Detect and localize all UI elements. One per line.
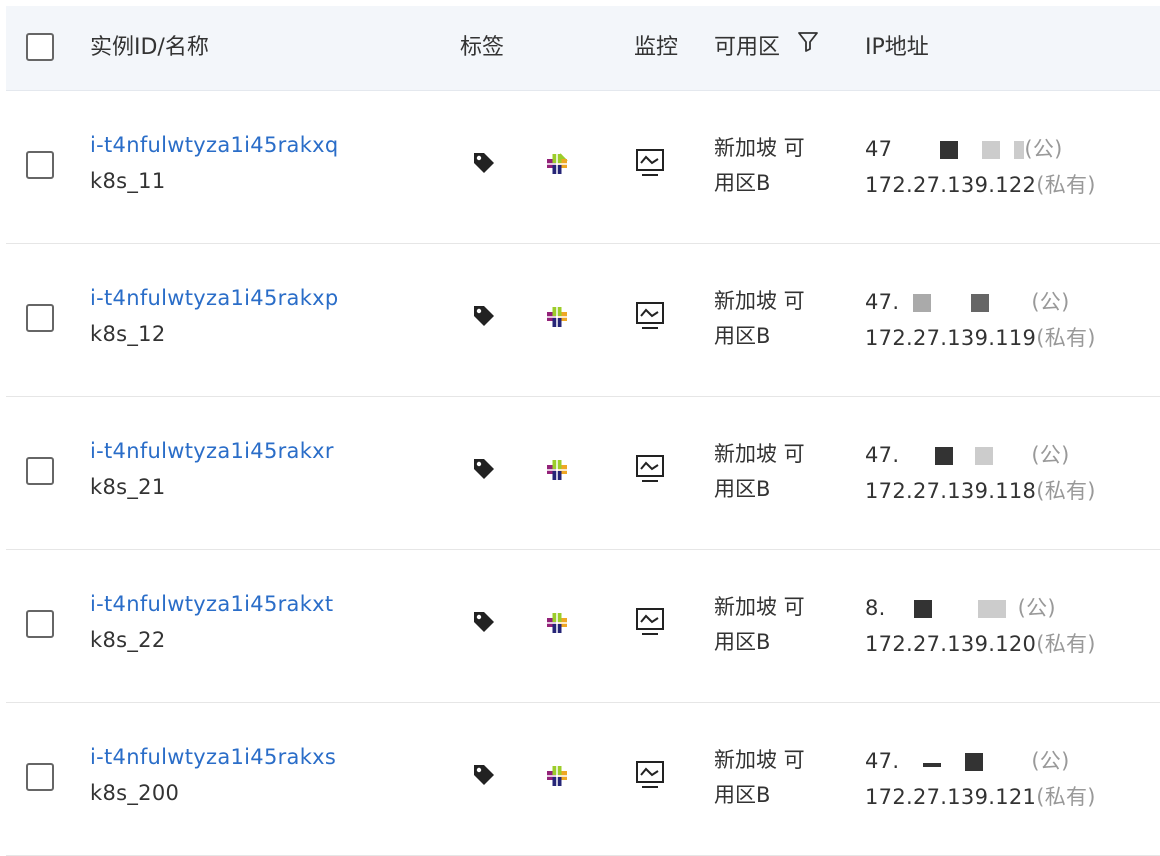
private-ip-value: 172.27.139.119 — [865, 326, 1037, 350]
redacted-ip — [886, 598, 1018, 620]
zone-cell: 新加坡 可用区B — [714, 437, 824, 507]
public-ip-suffix: (公) — [1031, 749, 1070, 773]
instance-name: k8s_22 — [90, 628, 166, 652]
public-ip-prefix: 47. — [865, 443, 900, 467]
instance-id-link[interactable]: i-t4nfulwtyza1i45rakxt — [90, 592, 333, 616]
header-instance: 实例ID/名称 — [90, 35, 209, 60]
table-header: 实例ID/名称 标签 监控 可用区 IP地址 — [6, 6, 1160, 91]
monitor-icon[interactable] — [634, 147, 666, 183]
instance-name: k8s_200 — [90, 781, 180, 805]
monitor-icon[interactable] — [634, 300, 666, 336]
public-ip-prefix: 47. — [865, 290, 900, 314]
instance-id-link[interactable]: i-t4nfulwtyza1i45rakxs — [90, 745, 336, 769]
header-ip: IP地址 — [865, 35, 929, 60]
public-ip-suffix: (公) — [1031, 443, 1070, 467]
private-ip-suffix: (私有) — [1036, 326, 1096, 350]
table-row: i-t4nfulwtyza1i45rakxp k8s_12 新加坡 可用区B 4… — [6, 244, 1160, 397]
public-ip: 8. (公) — [865, 592, 1056, 622]
filter-icon[interactable] — [797, 6, 819, 90]
zone-line1: 新加坡 可 — [714, 748, 805, 772]
tag-icon[interactable] — [471, 762, 497, 792]
instance-id-link[interactable]: i-t4nfulwtyza1i45rakxq — [90, 133, 339, 157]
monitor-icon[interactable] — [634, 759, 666, 795]
private-ip: 172.27.139.121(私有) — [865, 781, 1096, 811]
redacted-ip — [899, 292, 1031, 314]
table-row: i-t4nfulwtyza1i45rakxs k8s_200 新加坡 可用区B … — [6, 703, 1160, 856]
instance-id-link[interactable]: i-t4nfulwtyza1i45rakxr — [90, 439, 334, 463]
zone-cell: 新加坡 可用区B — [714, 590, 824, 660]
instance-name: k8s_21 — [90, 475, 166, 499]
zone-line1: 新加坡 可 — [714, 595, 805, 619]
public-ip: 47. (公) — [865, 286, 1070, 316]
instance-name: k8s_12 — [90, 322, 166, 346]
header-zone-cell: 可用区 — [714, 6, 819, 90]
tag-icon[interactable] — [471, 456, 497, 486]
private-ip-value: 172.27.139.121 — [865, 785, 1037, 809]
centos-icon — [544, 304, 570, 334]
public-ip-prefix: 8. — [865, 596, 886, 620]
zone-cell: 新加坡 可用区B — [714, 284, 824, 354]
private-ip: 172.27.139.122(私有) — [865, 169, 1096, 199]
zone-cell: 新加坡 可用区B — [714, 743, 824, 813]
private-ip: 172.27.139.119(私有) — [865, 322, 1096, 352]
table-row: i-t4nfulwtyza1i45rakxq k8s_11 新加坡 可用区B 4… — [6, 91, 1160, 244]
header-monitor: 监控 — [634, 35, 679, 60]
table-row: i-t4nfulwtyza1i45rakxt k8s_22 新加坡 可用区B 8… — [6, 550, 1160, 703]
public-ip: 47. (公) — [865, 439, 1070, 469]
private-ip-suffix: (私有) — [1036, 173, 1096, 197]
header-tags: 标签 — [460, 35, 505, 60]
row-checkbox[interactable] — [26, 304, 54, 332]
zone-line1: 新加坡 可 — [714, 136, 805, 160]
zone-line2: 用区B — [714, 477, 771, 501]
monitor-icon[interactable] — [634, 453, 666, 489]
tag-icon[interactable] — [471, 303, 497, 333]
zone-cell: 新加坡 可用区B — [714, 131, 824, 201]
public-ip-suffix: (公) — [1031, 290, 1070, 314]
centos-icon — [544, 610, 570, 640]
redacted-ip — [899, 445, 1031, 467]
zone-line2: 用区B — [714, 324, 771, 348]
select-all-checkbox[interactable] — [26, 33, 54, 61]
zone-line2: 用区B — [714, 171, 771, 195]
row-checkbox[interactable] — [26, 151, 54, 179]
public-ip-prefix: 47 — [865, 137, 893, 161]
public-ip-suffix: (公) — [1017, 596, 1056, 620]
public-ip-prefix: 47. — [865, 749, 900, 773]
zone-line2: 用区B — [714, 783, 771, 807]
header-zone: 可用区 — [714, 35, 781, 60]
public-ip: 47 (公) — [865, 133, 1063, 163]
instance-name: k8s_11 — [90, 169, 166, 193]
row-checkbox[interactable] — [26, 610, 54, 638]
redacted-ip — [899, 751, 1031, 773]
zone-line1: 新加坡 可 — [714, 289, 805, 313]
private-ip-value: 172.27.139.122 — [865, 173, 1037, 197]
tag-icon[interactable] — [471, 609, 497, 639]
private-ip-value: 172.27.139.118 — [865, 479, 1037, 503]
row-checkbox[interactable] — [26, 457, 54, 485]
table-row: i-t4nfulwtyza1i45rakxr k8s_21 新加坡 可用区B 4… — [6, 397, 1160, 550]
centos-icon — [544, 457, 570, 487]
zone-line1: 新加坡 可 — [714, 442, 805, 466]
private-ip: 172.27.139.118(私有) — [865, 475, 1096, 505]
redacted-ip — [892, 139, 1025, 161]
private-ip-suffix: (私有) — [1036, 479, 1096, 503]
private-ip: 172.27.139.120(私有) — [865, 628, 1096, 658]
private-ip-suffix: (私有) — [1036, 785, 1096, 809]
private-ip-suffix: (私有) — [1036, 632, 1096, 656]
tag-icon[interactable] — [471, 150, 497, 180]
zone-line2: 用区B — [714, 630, 771, 654]
centos-icon — [544, 763, 570, 793]
public-ip: 47. (公) — [865, 745, 1070, 775]
public-ip-suffix: (公) — [1024, 137, 1063, 161]
row-checkbox[interactable] — [26, 763, 54, 791]
private-ip-value: 172.27.139.120 — [865, 632, 1037, 656]
centos-icon — [544, 151, 570, 181]
instance-id-link[interactable]: i-t4nfulwtyza1i45rakxp — [90, 286, 339, 310]
monitor-icon[interactable] — [634, 606, 666, 642]
